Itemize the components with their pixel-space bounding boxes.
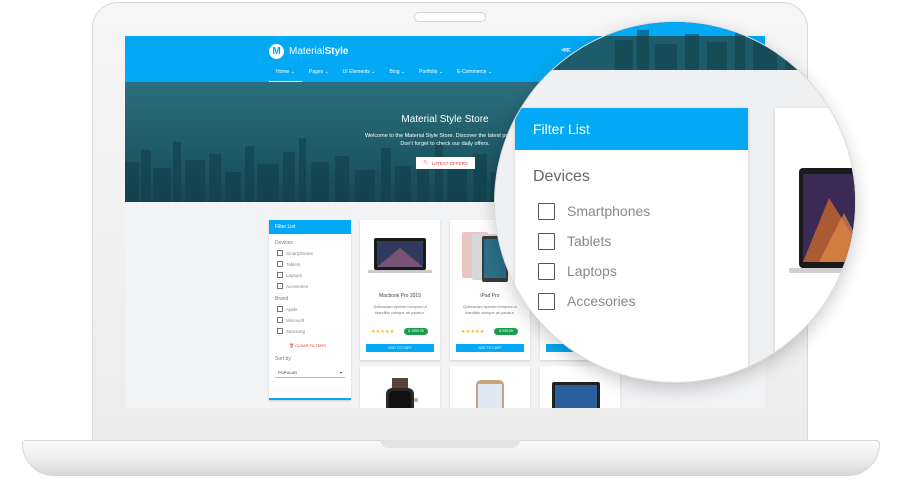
watch-image bbox=[386, 378, 418, 408]
filter-option-accesories[interactable]: Accesories bbox=[277, 282, 351, 290]
add-to-cart-button[interactable]: ADD TO CART bbox=[366, 344, 434, 352]
zoom-option-smartphones[interactable]: Smartphones bbox=[538, 202, 748, 220]
laptop-base-notch bbox=[380, 440, 520, 448]
zoom-product-card bbox=[775, 108, 855, 382]
macbook-image bbox=[368, 238, 432, 273]
checkbox[interactable] bbox=[277, 272, 283, 278]
latest-offers-button[interactable]: 🏷 LATEST OFFERS bbox=[416, 157, 475, 169]
sort-select[interactable]: POPULAR ▾ bbox=[275, 368, 345, 378]
checkbox[interactable] bbox=[538, 202, 555, 220]
product-card: Macbook Pro 2015 Quibusdam aperiam tempo… bbox=[360, 220, 440, 360]
brand-logo: M bbox=[269, 44, 284, 59]
filter-card-title: Filter List bbox=[269, 220, 351, 234]
devices-heading: Devices bbox=[275, 240, 293, 246]
brand-heading: Brand bbox=[275, 296, 289, 302]
price-badge: $ 1999.99 bbox=[404, 328, 428, 335]
checkbox[interactable] bbox=[277, 250, 283, 256]
nav-blog[interactable]: Blog ⌄ bbox=[383, 67, 413, 82]
zoom-city-image bbox=[615, 28, 855, 70]
checkbox[interactable] bbox=[538, 232, 555, 250]
tag-icon: 🏷 bbox=[423, 160, 429, 165]
zoom-filter-card: Filter List Devices Smartphones Tablets … bbox=[515, 108, 748, 382]
rating-stars: ★★★★★ bbox=[371, 329, 395, 335]
filter-option-apple[interactable]: Apple bbox=[277, 305, 351, 313]
nav-ui-elements[interactable]: UI Elements ⌄ bbox=[336, 67, 383, 82]
filter-option-microsoft[interactable]: Microsoft bbox=[277, 316, 351, 324]
product-description: Quibusdam aperiam tempora ut blanditiis … bbox=[373, 305, 427, 315]
checkbox[interactable] bbox=[277, 306, 283, 312]
nav-pages[interactable]: Pages ⌄ bbox=[302, 67, 336, 82]
product-description: Quibusdam aperiam tempora ut blanditiis … bbox=[463, 305, 517, 315]
checkbox[interactable] bbox=[538, 262, 555, 280]
checkbox[interactable] bbox=[277, 328, 283, 334]
caret-down-icon: ▾ bbox=[339, 370, 342, 375]
brand[interactable]: M MaterialStyle bbox=[269, 44, 348, 59]
main-nav: Home ⌄ Pages ⌄ UI Elements ⌄ Blog ⌄ Port… bbox=[269, 67, 499, 82]
checkbox[interactable] bbox=[538, 292, 555, 310]
checkbox[interactable] bbox=[277, 261, 283, 267]
zoom-option-accesories[interactable]: Accesories bbox=[538, 292, 748, 310]
nav-ecommerce[interactable]: E-Commerce ⌄ bbox=[450, 67, 499, 82]
filter-option-smartphones[interactable]: Smartphones bbox=[277, 249, 351, 257]
zoom-devices-heading: Devices bbox=[533, 168, 590, 185]
rating-stars: ★★★★★ bbox=[461, 329, 485, 335]
product-name: Macbook Pro 2015 bbox=[379, 293, 421, 299]
product-card bbox=[360, 366, 440, 408]
filter-option-samsung[interactable]: Samsung bbox=[277, 327, 351, 335]
filter-option-laptops[interactable]: Laptops bbox=[277, 271, 351, 279]
filter-option-tablets[interactable]: Tablets bbox=[277, 260, 351, 268]
checkbox[interactable] bbox=[277, 283, 283, 289]
checkbox[interactable] bbox=[277, 317, 283, 323]
zoom-option-tablets[interactable]: Tablets bbox=[538, 232, 748, 250]
clear-filters-button[interactable]: 🗑 CLEAR FILTERS bbox=[289, 343, 351, 348]
sort-by-label: Sort by bbox=[275, 356, 291, 362]
trash-icon: 🗑 bbox=[289, 343, 295, 348]
add-to-cart-button[interactable]: ADD TO CART bbox=[456, 344, 524, 352]
nav-portfolio[interactable]: Portfolio ⌄ bbox=[412, 67, 450, 82]
magnifier-zoom: Filter List Devices Smartphones Tablets … bbox=[495, 22, 855, 382]
camera-slot bbox=[414, 12, 486, 22]
zoom-macbook-image bbox=[789, 168, 855, 273]
nav-home[interactable]: Home ⌄ bbox=[269, 67, 302, 82]
brand-name: MaterialStyle bbox=[289, 46, 349, 57]
filter-card: Filter List Devices Smartphones Tablets … bbox=[269, 220, 351, 400]
zoom-option-laptops[interactable]: Laptops bbox=[538, 262, 748, 280]
zoom-filter-title: Filter List bbox=[515, 108, 748, 150]
